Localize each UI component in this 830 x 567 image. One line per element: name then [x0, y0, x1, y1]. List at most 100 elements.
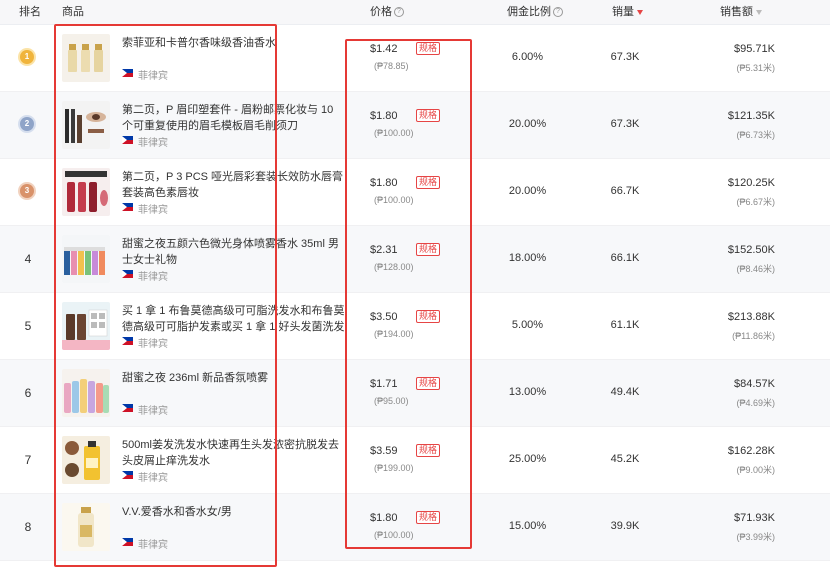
rank-number: 6	[24, 386, 32, 400]
sales-count: 39.9K	[610, 520, 640, 532]
product-name[interactable]: V.V.爱香水和香水女/男	[122, 504, 347, 520]
price-local: (₱100.00)	[374, 195, 414, 205]
revenue: $84.57K	[734, 378, 775, 390]
product-thumbnail[interactable]	[62, 436, 110, 484]
spec-button[interactable]: 规格	[416, 444, 441, 457]
product-name[interactable]: 甜蜜之夜 236ml 新品香氛喷雾	[122, 370, 347, 386]
revenue: $213.88K	[727, 311, 775, 323]
header-revenue-label: 销售额	[720, 6, 753, 18]
product-name[interactable]: 第二页，P 3 PCS 哑光唇彩套装长效防水唇膏套装高色素唇妆	[122, 169, 347, 201]
revenue-local: (₱5.31米)	[736, 63, 775, 73]
product-name[interactable]: 索菲亚和卡普尔香味级香油香水	[122, 35, 347, 51]
revenue: $71.93K	[734, 512, 775, 524]
table-row[interactable]: 3 第二页，P 3 PCS 哑光唇彩套装长效防水唇膏套装高色素唇妆 菲律宾 $1…	[0, 159, 830, 226]
sales-count: 45.2K	[610, 453, 640, 465]
gold-medal-icon: 1	[20, 50, 34, 64]
philippines-flag-icon	[122, 337, 133, 345]
revenue-local: (₱9.00米)	[736, 465, 775, 475]
header-sales[interactable]: 销量	[612, 0, 643, 24]
product-thumbnail[interactable]	[62, 503, 110, 551]
spec-button[interactable]: 规格	[416, 511, 441, 524]
product-name[interactable]: 买 1 拿 1 布鲁莫德高级可可脂洗发水和布鲁莫德高级可可脂护发素或买 1 拿 …	[122, 303, 347, 335]
header-rank: 排名	[19, 6, 41, 18]
spec-button[interactable]: 规格	[416, 310, 441, 323]
revenue: $95.71K	[734, 43, 775, 55]
sales-count: 49.4K	[610, 386, 640, 398]
header-sales-label: 销量	[612, 6, 634, 18]
price-local: (₱78.85)	[374, 61, 409, 71]
product-name[interactable]: 甜蜜之夜五颜六色微光身体喷雾香水 35ml 男士女士礼物	[122, 236, 347, 268]
table-row[interactable]: 8 V.V.爱香水和香水女/男 菲律宾 $1.80 规格 (₱100.00) 1…	[0, 494, 830, 561]
header-commission-label: 佣金比例	[507, 6, 551, 18]
sort-icon[interactable]	[756, 9, 762, 15]
bronze-medal-icon: 3	[20, 184, 34, 198]
revenue-local: (₱8.46米)	[736, 264, 775, 274]
commission-rate: 20.00%	[508, 185, 547, 197]
price: $1.80	[370, 177, 398, 189]
revenue-local: (₱4.69米)	[736, 398, 775, 408]
price-local: (₱128.00)	[374, 262, 414, 272]
product-name[interactable]: 第二页，P 眉印塑套件 - 眉粉邮票化妆与 10 个可重复使用的眉毛模板眉毛削须…	[122, 102, 347, 134]
rank-number: 7	[24, 453, 32, 467]
revenue: $121.35K	[727, 110, 775, 122]
silver-medal-icon: 2	[20, 117, 34, 131]
sales-count: 67.3K	[610, 51, 640, 63]
price-local: (₱95.00)	[374, 396, 409, 406]
commission-rate: 18.00%	[508, 252, 547, 264]
price: $2.31	[370, 244, 398, 256]
revenue-local: (₱6.67米)	[736, 197, 775, 207]
philippines-flag-icon	[122, 136, 133, 144]
sales-count: 67.3K	[610, 118, 640, 130]
product-thumbnail[interactable]	[62, 235, 110, 283]
price-local: (₱199.00)	[374, 463, 414, 473]
revenue: $120.25K	[727, 177, 775, 189]
sort-desc-icon[interactable]	[637, 9, 643, 15]
spec-button[interactable]: 规格	[416, 42, 441, 55]
price: $3.50	[370, 311, 398, 323]
header-product: 商品	[62, 6, 84, 18]
price: $1.80	[370, 512, 398, 524]
info-icon[interactable]: ?	[553, 7, 563, 18]
table-row[interactable]: 6 甜蜜之夜 236ml 新品香氛喷雾 菲律宾 $1.71 规格 (₱95.00…	[0, 360, 830, 427]
product-thumbnail[interactable]	[62, 168, 110, 216]
country-label: 菲律宾	[138, 138, 168, 149]
spec-button[interactable]: 规格	[416, 243, 441, 256]
revenue-local: (₱3.99米)	[736, 532, 775, 542]
price: $1.80	[370, 110, 398, 122]
rank-number: 4	[24, 252, 32, 266]
sales-count: 61.1K	[610, 319, 640, 331]
price: $3.59	[370, 445, 398, 457]
philippines-flag-icon	[122, 69, 133, 77]
sales-count: 66.1K	[610, 252, 640, 264]
header-revenue[interactable]: 销售额	[720, 0, 762, 24]
country-label: 菲律宾	[138, 339, 168, 350]
commission-rate: 5.00%	[511, 319, 544, 331]
philippines-flag-icon	[122, 538, 133, 546]
sales-count: 66.7K	[610, 185, 640, 197]
table-row[interactable]: 4 甜蜜之夜五颜六色微光身体喷雾香水 35ml 男士女士礼物 菲律宾 $2.31…	[0, 226, 830, 293]
product-thumbnail[interactable]	[62, 302, 110, 350]
spec-button[interactable]: 规格	[416, 109, 441, 122]
price: $1.42	[370, 43, 398, 55]
country-label: 菲律宾	[138, 406, 168, 417]
header-commission[interactable]: 佣金比例?	[507, 0, 563, 24]
table-row[interactable]: 2 第二页，P 眉印塑套件 - 眉粉邮票化妆与 10 个可重复使用的眉毛模板眉毛…	[0, 92, 830, 159]
product-thumbnail[interactable]	[62, 34, 110, 82]
spec-button[interactable]: 规格	[416, 176, 441, 189]
header-price[interactable]: 价格?	[370, 0, 404, 24]
price-local: (₱100.00)	[374, 128, 414, 138]
country-label: 菲律宾	[138, 205, 168, 216]
revenue-local: (₱11.86米)	[732, 331, 775, 341]
price-local: (₱100.00)	[374, 530, 414, 540]
philippines-flag-icon	[122, 270, 133, 278]
product-thumbnail[interactable]	[62, 101, 110, 149]
info-icon[interactable]: ?	[394, 7, 404, 18]
table-row[interactable]: 5 买 1 拿 1 布鲁莫德高级可可脂洗发水和布鲁莫德高级可可脂护发素或买 1 …	[0, 293, 830, 360]
product-name[interactable]: 500ml姜发洗发水快速再生头发浓密抗脱发去头皮屑止痒洗发水	[122, 437, 347, 469]
table-row[interactable]: 7 500ml姜发洗发水快速再生头发浓密抗脱发去头皮屑止痒洗发水 菲律宾 $3.…	[0, 427, 830, 494]
spec-button[interactable]: 规格	[416, 377, 441, 390]
product-thumbnail[interactable]	[62, 369, 110, 417]
table-row[interactable]: 1 索菲亚和卡普尔香味级香油香水 菲律宾 $1.42 规格 (₱78.85) 6…	[0, 25, 830, 92]
commission-rate: 13.00%	[508, 386, 547, 398]
commission-rate: 25.00%	[508, 453, 547, 465]
